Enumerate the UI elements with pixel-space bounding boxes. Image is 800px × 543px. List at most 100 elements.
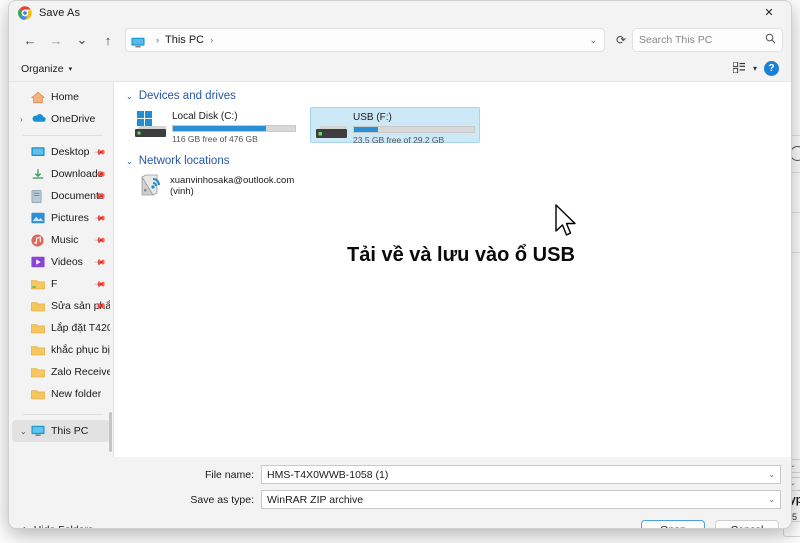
this-pc-icon xyxy=(31,425,46,438)
recent-locations-button[interactable]: ⌄ xyxy=(69,28,95,52)
file-name-row: File name: HMS-T4X0WWB-1058 (1) ⌄ xyxy=(9,464,791,485)
folder-icon xyxy=(31,300,46,313)
file-list-pane: ⌄ Devices and drives Local Disk (C:) 116… xyxy=(114,82,791,457)
capacity-bar xyxy=(353,126,475,133)
save-form: File name: HMS-T4X0WWB-1058 (1) ⌄ Save a… xyxy=(9,457,791,510)
sidebar-item-home[interactable]: Home xyxy=(12,86,110,108)
cancel-button[interactable]: Cancel xyxy=(715,519,779,528)
screen-root: ⌄ ⌄ typ -05 Save As ✕ xyxy=(0,0,800,543)
documents-icon xyxy=(31,189,46,203)
downloads-icon xyxy=(31,168,46,181)
pin-icon[interactable]: 📌 xyxy=(93,233,106,246)
hide-folders-button[interactable]: ⌃ Hide Folders xyxy=(21,524,93,528)
sidebar-item-this-pc[interactable]: ⌄ This PC xyxy=(12,420,110,442)
capacity-bar xyxy=(172,125,296,132)
folder-icon xyxy=(31,322,46,335)
open-button[interactable]: Open xyxy=(641,519,705,528)
onedrive-icon xyxy=(31,113,46,126)
sidebar-item-label: F xyxy=(51,278,58,290)
chevron-down-icon[interactable]: ⌄ xyxy=(768,470,775,479)
breadcrumb-separator: › xyxy=(156,35,159,45)
videos-icon xyxy=(31,256,46,269)
sidebar-item-label: Videos xyxy=(51,256,83,268)
chrome-icon xyxy=(18,5,32,20)
capacity-bar-fill xyxy=(173,126,266,131)
view-options-icon[interactable] xyxy=(732,61,746,76)
chevron-down-icon[interactable]: ⌄ xyxy=(589,35,599,46)
folder-icon xyxy=(31,366,46,379)
close-button[interactable]: ✕ xyxy=(747,1,791,24)
dialog-body: Home › OneDrive Desktop 📌 Downloads 📌 Do… xyxy=(9,82,791,457)
pin-icon[interactable]: 📌 xyxy=(93,145,106,158)
title-bar: Save As ✕ xyxy=(9,1,791,24)
footer-buttons: Open Cancel xyxy=(641,519,779,528)
address-bar[interactable]: › This PC › ⌄ xyxy=(125,28,605,52)
sidebar-item-f[interactable]: F 📌 xyxy=(12,273,110,295)
section-title: Network locations xyxy=(138,155,230,167)
sidebar-item-documents[interactable]: Documents 📌 xyxy=(12,185,110,207)
save-as-dialog: Save As ✕ ← → ⌄ ↑ › This PC › ⌄ ⟳ Search… xyxy=(8,0,792,529)
sidebar-item-videos[interactable]: Videos 📌 xyxy=(12,251,110,273)
refresh-button[interactable]: ⟳ xyxy=(610,28,632,52)
navigation-bar: ← → ⌄ ↑ › This PC › ⌄ ⟳ Search This PC xyxy=(9,24,791,56)
sidebar-item-music[interactable]: Music 📌 xyxy=(12,229,110,251)
organize-button[interactable]: Organize ▾ xyxy=(21,63,72,75)
section-title: Devices and drives xyxy=(138,90,236,102)
up-button[interactable]: ↑ xyxy=(95,28,121,52)
pin-icon[interactable]: 📌 xyxy=(93,277,106,290)
drive-free-space: 116 GB free of 476 GB xyxy=(172,134,258,144)
back-button[interactable]: ← xyxy=(17,28,43,52)
sidebar-item-onedrive[interactable]: › OneDrive xyxy=(12,108,110,130)
drive-info: USB (F:) 23.5 GB free of 29.2 GB xyxy=(353,111,475,145)
sidebar-item-pictures[interactable]: Pictures 📌 xyxy=(12,207,110,229)
save-as-type-label: Save as type: xyxy=(190,493,254,506)
desktop-icon xyxy=(31,146,46,159)
view-chevron-down-icon[interactable]: ▾ xyxy=(753,64,757,73)
drive-name: Local Disk (C:) xyxy=(172,111,238,122)
breadcrumb-item-this-pc[interactable]: This PC xyxy=(165,34,204,46)
chevron-down-icon[interactable]: ⌄ xyxy=(768,495,775,504)
folder-icon xyxy=(31,388,46,401)
section-devices-and-drives[interactable]: ⌄ Devices and drives xyxy=(114,90,791,102)
file-name-input[interactable]: HMS-T4X0WWB-1058 (1) ⌄ xyxy=(261,465,781,484)
network-location-item[interactable]: xuanvinhosaka@outlook.com (vinh) xyxy=(114,173,791,199)
sidebar-item-desktop[interactable]: Desktop 📌 xyxy=(12,141,110,163)
search-input[interactable]: Search This PC xyxy=(639,34,712,46)
pin-icon[interactable]: 📌 xyxy=(93,255,106,268)
sidebar-item-label: Home xyxy=(51,91,80,103)
help-icon[interactable]: ? xyxy=(764,61,779,76)
drive-tiles: Local Disk (C:) 116 GB free of 476 GB US… xyxy=(114,107,791,145)
drive-tile-usb-f[interactable]: USB (F:) 23.5 GB free of 29.2 GB xyxy=(310,107,480,145)
chevron-down-icon[interactable]: ⌄ xyxy=(126,157,133,166)
save-as-type-row: Save as type: WinRAR ZIP archive ⌄ xyxy=(9,489,791,510)
search-box[interactable]: Search This PC xyxy=(632,28,783,52)
toolbar: Organize ▾ ▾ ? xyxy=(9,56,791,82)
chevron-down-icon[interactable]: ⌄ xyxy=(126,92,133,101)
file-name-value: HMS-T4X0WWB-1058 (1) xyxy=(267,468,389,481)
network-location-email: xuanvinhosaka@outlook.com xyxy=(170,175,295,186)
sidebar-item-label: khắc phục bị m xyxy=(51,344,110,356)
local-disk-icon xyxy=(134,110,168,140)
chevron-down-icon[interactable]: ⌄ xyxy=(20,427,31,436)
section-network-locations[interactable]: ⌄ Network locations xyxy=(114,155,791,167)
sidebar-item-sua-san-pham[interactable]: Sửa sản phẩ 📌 xyxy=(12,295,110,317)
capacity-bar-fill xyxy=(354,127,378,132)
sidebar-item-lap-dat-t420[interactable]: Lắp đặt T420 xyxy=(12,317,110,339)
navigation-pane: Home › OneDrive Desktop 📌 Downloads 📌 Do… xyxy=(9,82,113,457)
window-title: Save As xyxy=(39,6,81,19)
drive-name: USB (F:) xyxy=(353,112,392,123)
save-as-type-select[interactable]: WinRAR ZIP archive ⌄ xyxy=(261,490,781,509)
sidebar-item-downloads[interactable]: Downloads 📌 xyxy=(12,163,110,185)
breadcrumb-separator-trailing[interactable]: › xyxy=(210,35,213,45)
sidebar-item-new-folder[interactable]: New folder xyxy=(12,383,110,405)
sidebar-divider xyxy=(23,135,103,136)
sidebar-item-khac-phuc-bi-m[interactable]: khắc phục bị m xyxy=(12,339,110,361)
forward-button[interactable]: → xyxy=(43,28,69,52)
sidebar-item-label: Desktop xyxy=(51,146,90,158)
sidebar-scrollbar[interactable] xyxy=(109,412,112,452)
chevron-right-icon[interactable]: › xyxy=(20,115,31,124)
drive-tile-local-disk-c[interactable]: Local Disk (C:) 116 GB free of 476 GB xyxy=(130,107,300,144)
pin-icon[interactable]: 📌 xyxy=(93,211,106,224)
network-drive-icon xyxy=(138,173,164,199)
sidebar-item-zalo-received-files[interactable]: Zalo Received Fi xyxy=(12,361,110,383)
